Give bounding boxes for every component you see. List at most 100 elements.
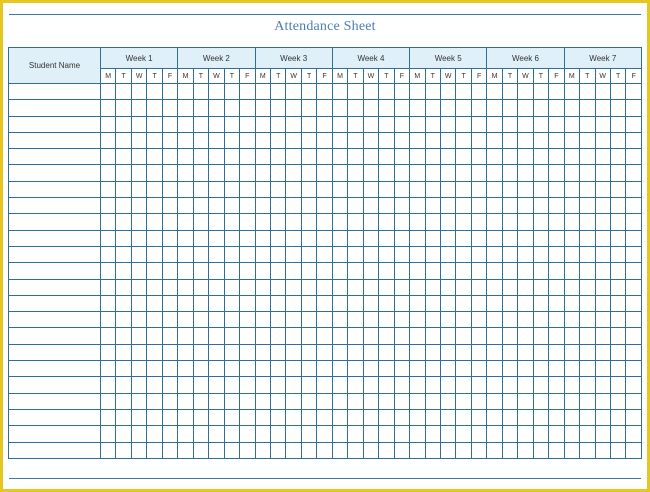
attendance-cell[interactable] bbox=[177, 262, 194, 280]
attendance-cell[interactable] bbox=[609, 99, 627, 117]
attendance-cell[interactable] bbox=[223, 197, 241, 215]
attendance-cell[interactable] bbox=[239, 245, 256, 264]
attendance-cell[interactable] bbox=[115, 311, 132, 329]
attendance-cell[interactable] bbox=[208, 311, 225, 329]
attendance-cell[interactable] bbox=[161, 82, 179, 101]
attendance-cell[interactable] bbox=[609, 180, 627, 199]
attendance-cell[interactable] bbox=[609, 360, 627, 378]
attendance-cell[interactable] bbox=[161, 164, 179, 182]
attendance-cell[interactable] bbox=[177, 311, 194, 329]
attendance-cell[interactable] bbox=[223, 441, 241, 460]
attendance-cell[interactable] bbox=[99, 441, 117, 460]
attendance-cell[interactable] bbox=[455, 441, 472, 460]
student-name-cell[interactable] bbox=[8, 82, 101, 101]
attendance-cell[interactable] bbox=[254, 115, 271, 133]
attendance-cell[interactable] bbox=[331, 376, 349, 394]
attendance-cell[interactable] bbox=[362, 131, 380, 150]
attendance-cell[interactable] bbox=[594, 278, 611, 296]
attendance-cell[interactable] bbox=[115, 131, 132, 150]
attendance-cell[interactable] bbox=[439, 392, 457, 410]
attendance-cell[interactable] bbox=[192, 408, 210, 427]
attendance-cell[interactable] bbox=[486, 327, 503, 345]
attendance-cell[interactable] bbox=[486, 408, 503, 427]
attendance-cell[interactable] bbox=[501, 262, 519, 280]
attendance-cell[interactable] bbox=[532, 197, 550, 215]
attendance-cell[interactable] bbox=[563, 197, 581, 215]
attendance-cell[interactable] bbox=[269, 213, 287, 231]
attendance-cell[interactable] bbox=[316, 262, 333, 280]
student-name-cell[interactable] bbox=[8, 278, 101, 296]
attendance-cell[interactable] bbox=[579, 180, 596, 199]
attendance-cell[interactable] bbox=[177, 131, 194, 150]
attendance-cell[interactable] bbox=[223, 229, 241, 247]
attendance-cell[interactable] bbox=[331, 441, 349, 460]
attendance-cell[interactable] bbox=[192, 343, 210, 362]
attendance-cell[interactable] bbox=[579, 262, 596, 280]
attendance-cell[interactable] bbox=[517, 311, 534, 329]
attendance-cell[interactable] bbox=[285, 180, 302, 199]
attendance-cell[interactable] bbox=[609, 327, 627, 345]
attendance-cell[interactable] bbox=[362, 197, 380, 215]
attendance-cell[interactable] bbox=[517, 180, 534, 199]
attendance-cell[interactable] bbox=[455, 392, 472, 410]
attendance-cell[interactable] bbox=[254, 131, 271, 150]
attendance-cell[interactable] bbox=[393, 408, 411, 427]
attendance-cell[interactable] bbox=[300, 408, 318, 427]
attendance-cell[interactable] bbox=[285, 245, 302, 264]
attendance-cell[interactable] bbox=[208, 408, 225, 427]
attendance-cell[interactable] bbox=[501, 425, 519, 443]
attendance-cell[interactable] bbox=[161, 360, 179, 378]
attendance-cell[interactable] bbox=[331, 327, 349, 345]
attendance-cell[interactable] bbox=[563, 294, 581, 313]
attendance-cell[interactable] bbox=[239, 131, 256, 150]
attendance-cell[interactable] bbox=[517, 343, 534, 362]
attendance-cell[interactable] bbox=[331, 148, 349, 166]
attendance-cell[interactable] bbox=[393, 376, 411, 394]
attendance-cell[interactable] bbox=[579, 425, 596, 443]
attendance-cell[interactable] bbox=[239, 148, 256, 166]
attendance-cell[interactable] bbox=[625, 441, 642, 460]
attendance-cell[interactable] bbox=[99, 82, 117, 101]
attendance-cell[interactable] bbox=[579, 197, 596, 215]
attendance-cell[interactable] bbox=[393, 164, 411, 182]
attendance-cell[interactable] bbox=[563, 164, 581, 182]
attendance-cell[interactable] bbox=[424, 262, 441, 280]
attendance-cell[interactable] bbox=[439, 164, 457, 182]
attendance-cell[interactable] bbox=[177, 148, 194, 166]
attendance-cell[interactable] bbox=[331, 180, 349, 199]
attendance-cell[interactable] bbox=[177, 213, 194, 231]
attendance-cell[interactable] bbox=[501, 408, 519, 427]
attendance-cell[interactable] bbox=[409, 180, 426, 199]
attendance-cell[interactable] bbox=[347, 343, 364, 362]
attendance-cell[interactable] bbox=[269, 392, 287, 410]
attendance-cell[interactable] bbox=[239, 360, 256, 378]
attendance-cell[interactable] bbox=[192, 115, 210, 133]
attendance-cell[interactable] bbox=[223, 343, 241, 362]
attendance-cell[interactable] bbox=[316, 278, 333, 296]
attendance-cell[interactable] bbox=[470, 213, 488, 231]
attendance-cell[interactable] bbox=[393, 197, 411, 215]
attendance-cell[interactable] bbox=[331, 392, 349, 410]
attendance-cell[interactable] bbox=[115, 360, 132, 378]
attendance-cell[interactable] bbox=[532, 180, 550, 199]
attendance-cell[interactable] bbox=[393, 441, 411, 460]
attendance-cell[interactable] bbox=[130, 245, 148, 264]
attendance-cell[interactable] bbox=[331, 229, 349, 247]
attendance-cell[interactable] bbox=[517, 376, 534, 394]
attendance-cell[interactable] bbox=[609, 213, 627, 231]
attendance-cell[interactable] bbox=[362, 327, 380, 345]
attendance-cell[interactable] bbox=[285, 343, 302, 362]
attendance-cell[interactable] bbox=[130, 148, 148, 166]
attendance-cell[interactable] bbox=[409, 278, 426, 296]
attendance-cell[interactable] bbox=[501, 311, 519, 329]
attendance-cell[interactable] bbox=[208, 441, 225, 460]
attendance-cell[interactable] bbox=[486, 213, 503, 231]
student-name-cell[interactable] bbox=[8, 131, 101, 150]
attendance-cell[interactable] bbox=[455, 294, 472, 313]
attendance-cell[interactable] bbox=[239, 392, 256, 410]
attendance-cell[interactable] bbox=[393, 278, 411, 296]
attendance-cell[interactable] bbox=[501, 115, 519, 133]
attendance-cell[interactable] bbox=[177, 360, 194, 378]
attendance-cell[interactable] bbox=[362, 99, 380, 117]
attendance-cell[interactable] bbox=[316, 213, 333, 231]
